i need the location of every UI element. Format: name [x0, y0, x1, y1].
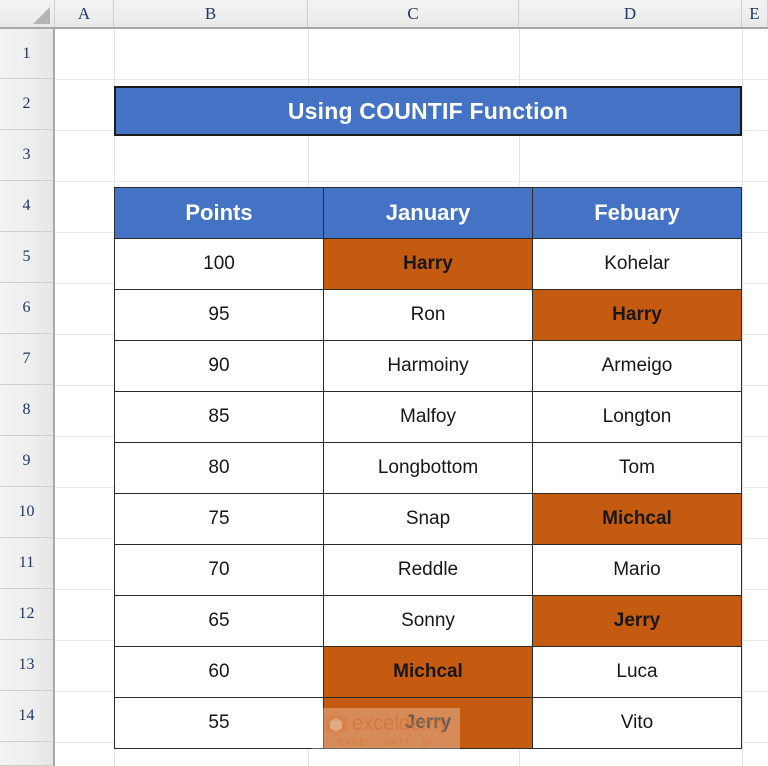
- cell-febuary[interactable]: Mario: [532, 544, 742, 596]
- column-header-a[interactable]: A: [55, 0, 114, 27]
- cell-points[interactable]: 65: [114, 595, 324, 647]
- cell-febuary-highlighted[interactable]: Harry: [532, 289, 742, 341]
- cell-points[interactable]: 95: [114, 289, 324, 341]
- table-row: 90 Harmoiny Armeigo: [114, 340, 742, 392]
- cell-january[interactable]: Ron: [323, 289, 533, 341]
- column-header-c[interactable]: C: [308, 0, 519, 27]
- cell-febuary[interactable]: Luca: [532, 646, 742, 698]
- select-all-triangle-icon: [33, 7, 50, 24]
- select-all-corner-button[interactable]: [0, 0, 55, 27]
- table-header-row: Points January Febuary: [114, 187, 742, 239]
- cell-febuary[interactable]: Armeigo: [532, 340, 742, 392]
- cell-january-highlighted[interactable]: Jerry: [323, 697, 533, 749]
- cell-points[interactable]: 55: [114, 697, 324, 749]
- table-row: 70 Reddle Mario: [114, 544, 742, 596]
- column-header-january: January: [323, 187, 533, 239]
- table-row: 80 Longbottom Tom: [114, 442, 742, 494]
- cell-january-highlighted[interactable]: Harry: [323, 238, 533, 290]
- gridline-horizontal: [55, 181, 768, 182]
- column-header-febuary: Febuary: [532, 187, 742, 239]
- row-header-4[interactable]: 4: [0, 181, 53, 232]
- table-body: 100 Harry Kohelar 95 Ron Harry 90 Harmoiny Armei…: [114, 238, 742, 749]
- table-row: 60 Michcal Luca: [114, 646, 742, 698]
- column-header-e[interactable]: E: [742, 0, 768, 27]
- row-header-strip: 1 2 3 4 5 6 7 8 9 10 11 12 13 14: [0, 29, 55, 766]
- row-header-14[interactable]: 14: [0, 691, 53, 742]
- cell-january[interactable]: Harmoiny: [323, 340, 533, 392]
- gridline-vertical: [742, 29, 743, 766]
- table-row: 100 Harry Kohelar: [114, 238, 742, 290]
- cell-january[interactable]: Sonny: [323, 595, 533, 647]
- row-header-12[interactable]: 12: [0, 589, 53, 640]
- row-header-6[interactable]: 6: [0, 283, 53, 334]
- cell-points[interactable]: 75: [114, 493, 324, 545]
- cell-points[interactable]: 80: [114, 442, 324, 494]
- gridline-horizontal: [55, 79, 768, 80]
- cell-january[interactable]: Longbottom: [323, 442, 533, 494]
- table-head: Points January Febuary: [114, 187, 742, 239]
- cell-points[interactable]: 85: [114, 391, 324, 443]
- cell-febuary[interactable]: Tom: [532, 442, 742, 494]
- cell-january-highlighted[interactable]: Michcal: [323, 646, 533, 698]
- column-header-strip: ABCDE: [0, 0, 768, 29]
- row-header-2[interactable]: 2: [0, 79, 53, 130]
- row-header-partial[interactable]: [0, 742, 53, 766]
- row-header-10[interactable]: 10: [0, 487, 53, 538]
- cell-febuary[interactable]: Vito: [532, 697, 742, 749]
- column-header-points: Points: [114, 187, 324, 239]
- cell-points[interactable]: 100: [114, 238, 324, 290]
- column-header-d[interactable]: D: [519, 0, 742, 27]
- spreadsheet-canvas: ABCDE 1 2 3 4 5 6 7 8 9 10 11 12 13 14 Using COUNTIF …: [0, 0, 768, 766]
- table-row: 95 Ron Harry: [114, 289, 742, 341]
- data-table: Points January Febuary 100 Harry Kohelar 95…: [114, 187, 742, 749]
- row-header-1[interactable]: 1: [0, 29, 53, 79]
- cell-january[interactable]: Malfoy: [323, 391, 533, 443]
- title-banner: Using COUNTIF Function: [114, 86, 742, 136]
- row-header-3[interactable]: 3: [0, 130, 53, 181]
- table-row: 65 Sonny Jerry: [114, 595, 742, 647]
- table-row: 75 Snap Michcal: [114, 493, 742, 545]
- row-header-7[interactable]: 7: [0, 334, 53, 385]
- cell-january[interactable]: Snap: [323, 493, 533, 545]
- row-header-13[interactable]: 13: [0, 640, 53, 691]
- row-header-9[interactable]: 9: [0, 436, 53, 487]
- cell-febuary[interactable]: Longton: [532, 391, 742, 443]
- row-header-5[interactable]: 5: [0, 232, 53, 283]
- table-row: 55 Jerry Vito: [114, 697, 742, 749]
- cell-febuary-highlighted[interactable]: Michcal: [532, 493, 742, 545]
- row-header-11[interactable]: 11: [0, 538, 53, 589]
- cell-points[interactable]: 60: [114, 646, 324, 698]
- row-header-8[interactable]: 8: [0, 385, 53, 436]
- cell-febuary-highlighted[interactable]: Jerry: [532, 595, 742, 647]
- table-row: 85 Malfoy Longton: [114, 391, 742, 443]
- column-header-b[interactable]: B: [114, 0, 308, 27]
- cell-points[interactable]: 70: [114, 544, 324, 596]
- cell-points[interactable]: 90: [114, 340, 324, 392]
- cell-january[interactable]: Reddle: [323, 544, 533, 596]
- page-title: Using COUNTIF Function: [287, 97, 569, 124]
- cell-febuary[interactable]: Kohelar: [532, 238, 742, 290]
